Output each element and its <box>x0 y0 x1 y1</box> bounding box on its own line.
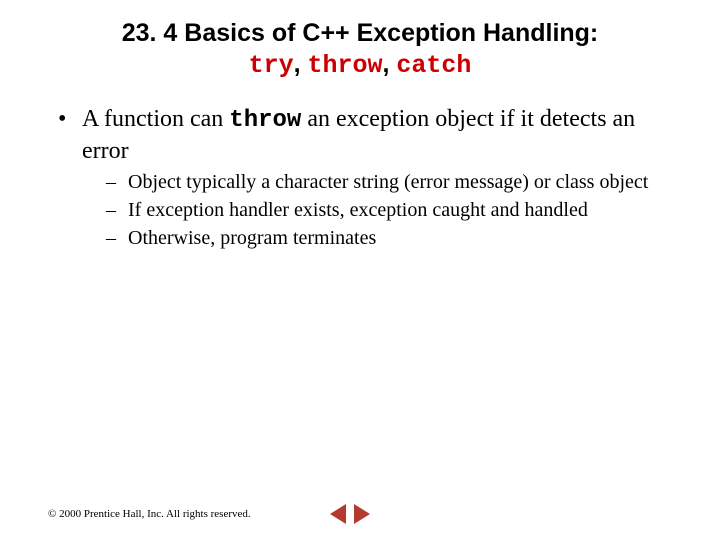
next-arrow-icon[interactable] <box>354 504 370 524</box>
sub-bullet-c: Otherwise, program terminates <box>106 226 672 251</box>
bullet-l1: A function can throw an exception object… <box>58 104 672 251</box>
title-code-catch: catch <box>396 51 471 80</box>
sub-bullet-list: Object typically a character string (err… <box>82 170 672 251</box>
bullet-list: A function can throw an exception object… <box>48 104 672 251</box>
copyright-footer: © 2000 Prentice Hall, Inc. All rights re… <box>48 508 251 520</box>
bullet-l1-keyword: throw <box>229 107 301 134</box>
nav-controls <box>330 504 370 524</box>
title-sep2: , <box>383 50 397 78</box>
slide: 23. 4 Basics of C++ Exception Handling: … <box>0 0 720 540</box>
bullet-l1-pre: A function can <box>82 106 229 132</box>
sub-bullet-b: If exception handler exists, exception c… <box>106 198 672 223</box>
title-code-try: try <box>249 51 294 80</box>
title-text: 23. 4 Basics of C++ Exception Handling: <box>122 19 599 47</box>
title-code-throw: throw <box>307 51 382 80</box>
title-sep1: , <box>294 50 308 78</box>
prev-arrow-icon[interactable] <box>330 504 346 524</box>
sub-bullet-a: Object typically a character string (err… <box>106 170 672 195</box>
slide-title: 23. 4 Basics of C++ Exception Handling: … <box>48 18 672 82</box>
